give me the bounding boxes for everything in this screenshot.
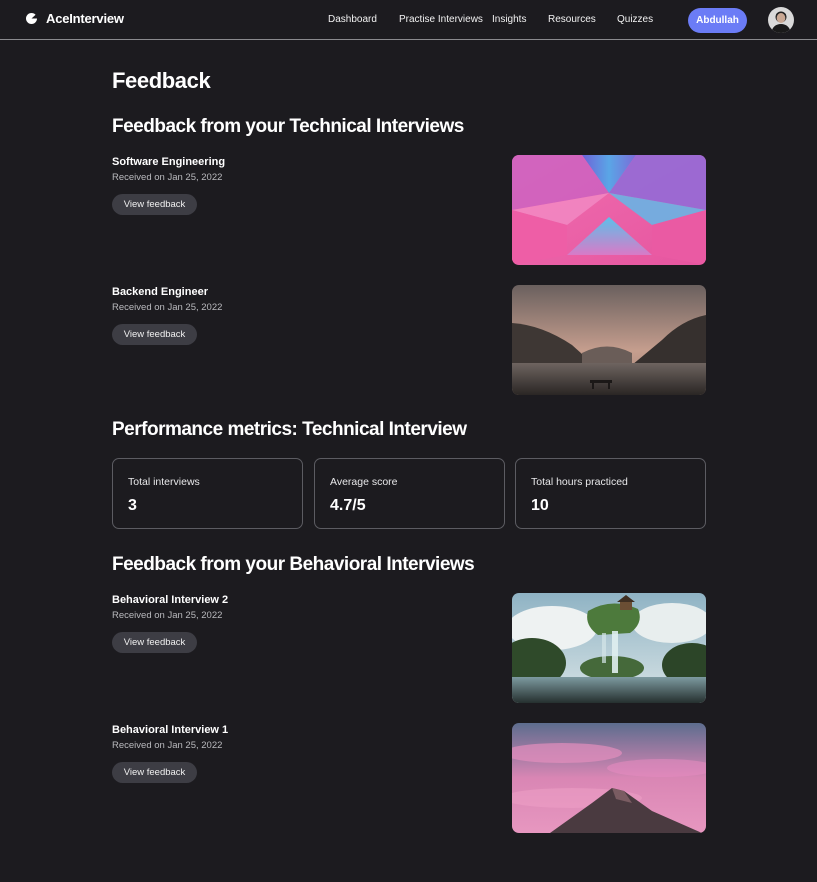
performance-metrics-heading: Performance metrics: Technical Interview — [112, 419, 467, 440]
metric-card-total-interviews: Total interviews 3 — [112, 458, 303, 529]
mountain-lake-image — [512, 285, 706, 395]
pink-blue-geometric-image — [512, 155, 706, 265]
metric-value: 10 — [531, 497, 549, 514]
metric-label: Average score — [330, 476, 398, 488]
nav-link-dashboard[interactable]: Dashboard — [328, 14, 377, 25]
metric-value: 3 — [128, 497, 137, 514]
card-title: Behavioral Interview 1 — [112, 724, 229, 736]
view-feedback-button[interactable]: View feedback — [112, 762, 197, 783]
card-title: Backend Engineer — [112, 286, 208, 298]
behavioral-feedback-heading: Feedback from your Behavioral Interviews — [112, 554, 475, 575]
pink-sky-mountain-image — [512, 723, 706, 833]
card-title: Behavioral Interview 2 — [112, 594, 229, 606]
nav-link-quizzes[interactable]: Quizzes — [617, 14, 653, 25]
feedback-card-backend-engineer: Backend Engineer Received on Jan 25, 202… — [112, 285, 706, 395]
top-navigation-bar: AceInterview Dashboard Practise Intervie… — [0, 0, 817, 40]
brand-logo[interactable]: AceInterview — [25, 11, 124, 26]
feedback-card-behavioral-2: Behavioral Interview 2 Received on Jan 2… — [112, 593, 706, 703]
card-title: Software Engineering — [112, 156, 226, 168]
metric-card-average-score: Average score 4.7/5 — [314, 458, 505, 529]
feedback-card-software-engineering: Software Engineering Received on Jan 25,… — [112, 155, 706, 265]
view-feedback-button[interactable]: View feedback — [112, 632, 197, 653]
view-feedback-button[interactable]: View feedback — [112, 324, 197, 345]
app-name: AceInterview — [46, 11, 124, 26]
page-title: Feedback — [112, 68, 211, 93]
user-avatar-icon — [768, 7, 794, 33]
card-date: Received on Jan 25, 2022 — [112, 172, 223, 183]
metric-value: 4.7/5 — [330, 497, 366, 514]
user-profile-button[interactable]: Abdullah — [688, 8, 747, 33]
avatar[interactable] — [768, 7, 794, 33]
logo-icon — [26, 13, 38, 24]
card-date: Received on Jan 25, 2022 — [112, 302, 223, 313]
nav-link-resources[interactable]: Resources — [548, 14, 596, 25]
view-feedback-button[interactable]: View feedback — [112, 194, 197, 215]
card-date: Received on Jan 25, 2022 — [112, 740, 223, 751]
nav-link-insights[interactable]: Insights — [492, 14, 526, 25]
metric-label: Total interviews — [128, 476, 200, 488]
technical-feedback-heading: Feedback from your Technical Interviews — [112, 116, 464, 137]
card-date: Received on Jan 25, 2022 — [112, 610, 223, 621]
nav-link-practise-interviews[interactable]: Practise Interviews — [399, 14, 483, 25]
floating-island-waterfall-image — [512, 593, 706, 703]
feedback-card-behavioral-1: Behavioral Interview 1 Received on Jan 2… — [112, 723, 706, 833]
metric-card-total-hours: Total hours practiced 10 — [515, 458, 706, 529]
metric-label: Total hours practiced — [531, 476, 628, 488]
